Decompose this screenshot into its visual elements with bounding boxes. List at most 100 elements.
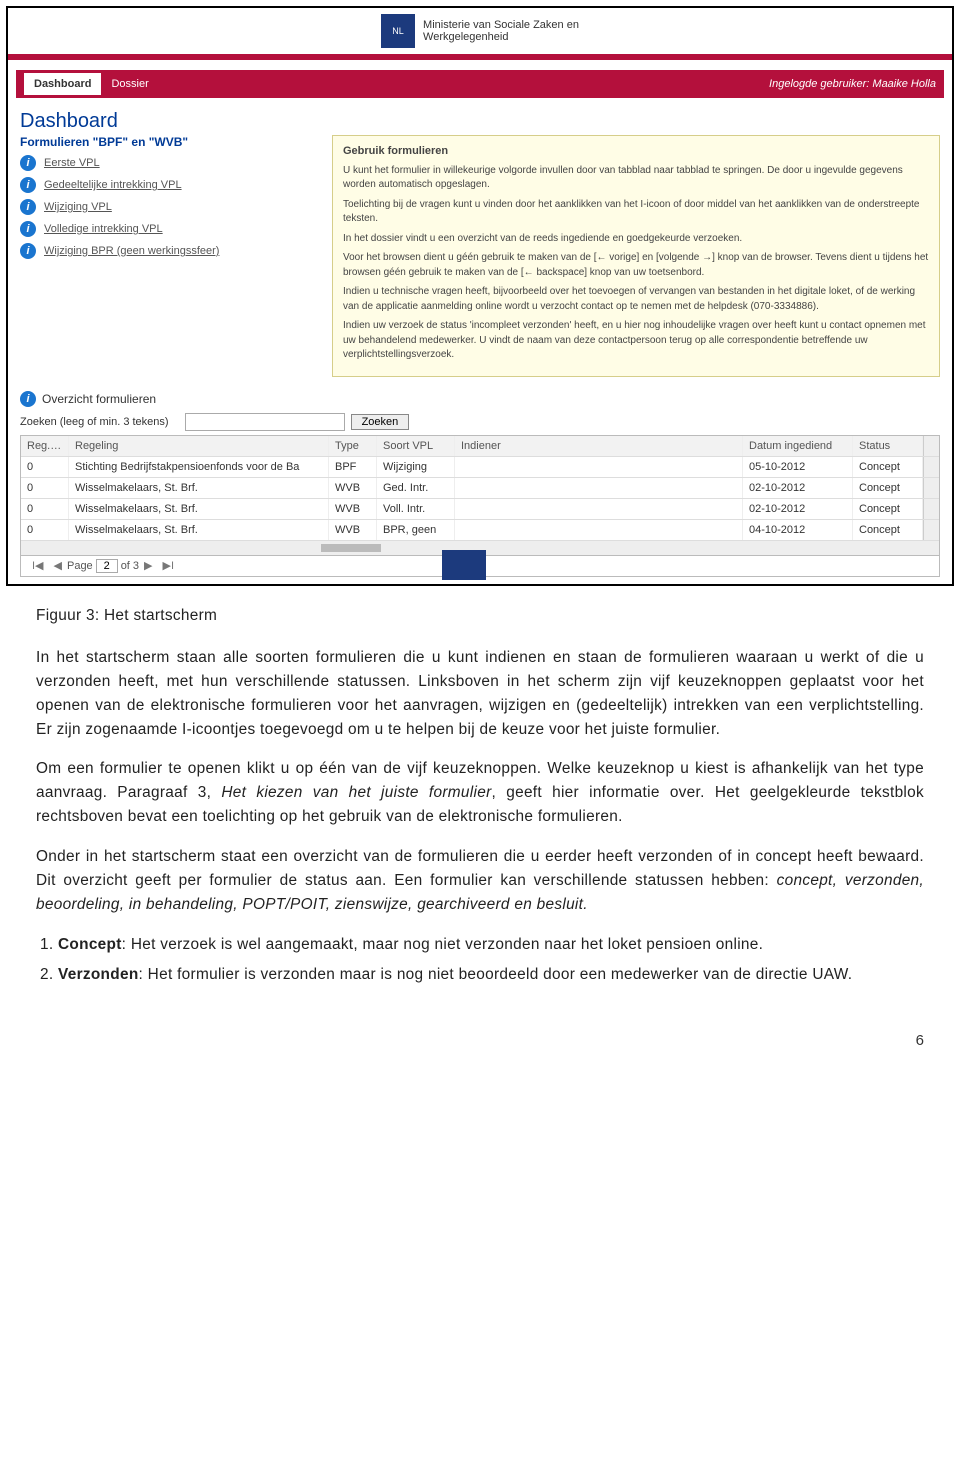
cell-type: BPF xyxy=(329,457,377,477)
col-regeling[interactable]: Regeling xyxy=(69,436,329,456)
cell-datum: 02-10-2012 xyxy=(743,499,853,519)
pager-first-button[interactable]: I◀ xyxy=(27,559,49,572)
info-panel-p: Indien u technische vragen heeft, bijvoo… xyxy=(343,285,929,314)
scrollbar-v[interactable] xyxy=(923,499,939,519)
col-soort-vpl[interactable]: Soort VPL xyxy=(377,436,455,456)
logged-in-user: Maaike Holla xyxy=(872,78,936,90)
li2-text: : Het formulier is verzonden maar is nog… xyxy=(139,966,853,983)
doc-paragraph-3: Onder in het startscherm staat een overz… xyxy=(36,845,924,917)
info-icon[interactable]: i xyxy=(20,177,36,193)
pager-last-button[interactable]: ▶I xyxy=(158,559,180,572)
scrollbar-v[interactable] xyxy=(923,457,939,477)
col-datum[interactable]: Datum ingediend xyxy=(743,436,853,456)
gov-logo-icon: NL xyxy=(381,14,415,48)
table-row[interactable]: 0 Stichting Bedrijfstakpensioenfonds voo… xyxy=(21,457,939,478)
cell-soort: Ged. Intr. xyxy=(377,478,455,498)
grid-header: Reg.Nr. Regeling Type Soort VPL Indiener… xyxy=(21,436,939,457)
cell-soort: Wijziging xyxy=(377,457,455,477)
li2-label: Verzonden xyxy=(58,966,139,983)
form-link-wijziging-bpr[interactable]: Wijziging BPR (geen werkingssfeer) xyxy=(44,245,219,257)
app-screenshot: NL Ministerie van Sociale Zaken en Werkg… xyxy=(6,6,954,586)
cell-datum: 05-10-2012 xyxy=(743,457,853,477)
ministry-name: Ministerie van Sociale Zaken en Werkgele… xyxy=(423,19,579,43)
content-area: Dashboard Formulieren "BPF" en "WVB" i E… xyxy=(8,98,952,585)
table-row[interactable]: 0 Wisselmakelaars, St. Brf. WVB Ged. Int… xyxy=(21,478,939,499)
overview-grid: Reg.Nr. Regeling Type Soort VPL Indiener… xyxy=(20,435,940,556)
cell-status: Concept xyxy=(853,457,923,477)
forms-section-title: Formulieren "BPF" en "WVB" xyxy=(20,135,320,149)
table-row[interactable]: 0 Wisselmakelaars, St. Brf. WVB Voll. In… xyxy=(21,499,939,520)
cell-regnr: 0 xyxy=(21,499,69,519)
form-link-row: i Eerste VPL xyxy=(20,155,320,171)
col-indiener[interactable]: Indiener xyxy=(455,436,743,456)
col-regnr[interactable]: Reg.Nr. xyxy=(21,436,69,456)
pager-page-input[interactable] xyxy=(96,559,118,573)
cell-status: Concept xyxy=(853,499,923,519)
form-link-row: i Wijziging VPL xyxy=(20,199,320,215)
li1-label: Concept xyxy=(58,936,122,953)
cell-datum: 04-10-2012 xyxy=(743,520,853,540)
footer-logo-square xyxy=(442,550,486,580)
pager-next-button[interactable]: ▶ xyxy=(139,559,157,572)
form-link-wijziging-vpl[interactable]: Wijziging VPL xyxy=(44,201,112,213)
info-panel-p: Voor het browsen dient u géén gebruik te… xyxy=(343,251,929,280)
scrollbar-v[interactable] xyxy=(923,436,939,456)
tab-dashboard[interactable]: Dashboard xyxy=(24,73,101,95)
col-type[interactable]: Type xyxy=(329,436,377,456)
cell-datum: 02-10-2012 xyxy=(743,478,853,498)
info-icon[interactable]: i xyxy=(20,243,36,259)
form-link-row: i Gedeeltelijke intrekking VPL xyxy=(20,177,320,193)
page-title: Dashboard xyxy=(20,110,940,133)
search-input[interactable] xyxy=(185,413,345,431)
info-icon[interactable]: i xyxy=(20,391,36,407)
figure-caption: Figuur 3: Het startscherm xyxy=(36,604,924,628)
info-panel-p: Toelichting bij de vragen kunt u vinden … xyxy=(343,198,929,227)
accent-bar xyxy=(8,54,952,60)
search-label: Zoeken (leeg of min. 3 tekens) xyxy=(20,416,169,428)
li1-text: : Het verzoek is wel aangemaakt, maar no… xyxy=(122,936,764,953)
doc-paragraph-2: Om een formulier te openen klikt u op éé… xyxy=(36,757,924,829)
form-links-panel: Formulieren "BPF" en "WVB" i Eerste VPL … xyxy=(20,135,320,377)
table-row[interactable]: 0 Wisselmakelaars, St. Brf. WVB BPR, gee… xyxy=(21,520,939,541)
search-button[interactable]: Zoeken xyxy=(351,414,410,430)
cell-regeling: Wisselmakelaars, St. Brf. xyxy=(69,520,329,540)
form-link-gedeeltelijke-intrekking[interactable]: Gedeeltelijke intrekking VPL xyxy=(44,179,182,191)
info-panel-title: Gebruik formulieren xyxy=(343,144,929,160)
cell-status: Concept xyxy=(853,520,923,540)
logged-in-label: Ingelogde gebruiker: xyxy=(769,78,869,90)
cell-indiener xyxy=(455,478,743,498)
cell-soort: Voll. Intr. xyxy=(377,499,455,519)
ministry-line2: Werkgelegenheid xyxy=(423,31,579,43)
cell-type: WVB xyxy=(329,520,377,540)
col-status[interactable]: Status xyxy=(853,436,923,456)
nav-bar: Dashboard Dossier Ingelogde gebruiker: M… xyxy=(16,70,944,98)
cell-indiener xyxy=(455,499,743,519)
cell-regnr: 0 xyxy=(21,520,69,540)
info-icon[interactable]: i xyxy=(20,155,36,171)
tab-dossier[interactable]: Dossier xyxy=(101,73,158,95)
pager-page-label: Page xyxy=(67,560,93,572)
info-icon[interactable]: i xyxy=(20,221,36,237)
form-link-volledige-intrekking[interactable]: Volledige intrekking VPL xyxy=(44,223,163,235)
form-link-eerste-vpl[interactable]: Eerste VPL xyxy=(44,157,100,169)
page-number: 6 xyxy=(0,1032,960,1049)
scrollbar-v[interactable] xyxy=(923,520,939,540)
document-body: Figuur 3: Het startscherm In het startsc… xyxy=(0,592,960,1022)
info-icon[interactable]: i xyxy=(20,199,36,215)
cell-status: Concept xyxy=(853,478,923,498)
cell-type: WVB xyxy=(329,478,377,498)
info-panel-p: Indien uw verzoek de status 'incompleet … xyxy=(343,319,929,363)
p2-italic: Het kiezen van het juiste formulier xyxy=(221,784,491,801)
cell-indiener xyxy=(455,457,743,477)
status-item-concept: Concept: Het verzoek is wel aangemaakt, … xyxy=(58,933,924,957)
info-panel-p: U kunt het formulier in willekeurige vol… xyxy=(343,164,929,193)
ministry-line1: Ministerie van Sociale Zaken en xyxy=(423,19,579,31)
cell-regnr: 0 xyxy=(21,478,69,498)
cell-indiener xyxy=(455,520,743,540)
cell-regeling: Stichting Bedrijfstakpensioenfonds voor … xyxy=(69,457,329,477)
info-panel-p: In het dossier vindt u een overzicht van… xyxy=(343,232,929,247)
cell-regeling: Wisselmakelaars, St. Brf. xyxy=(69,478,329,498)
pager-prev-button[interactable]: ◀ xyxy=(49,559,67,572)
scrollbar-v[interactable] xyxy=(923,478,939,498)
form-link-row: i Volledige intrekking VPL xyxy=(20,221,320,237)
